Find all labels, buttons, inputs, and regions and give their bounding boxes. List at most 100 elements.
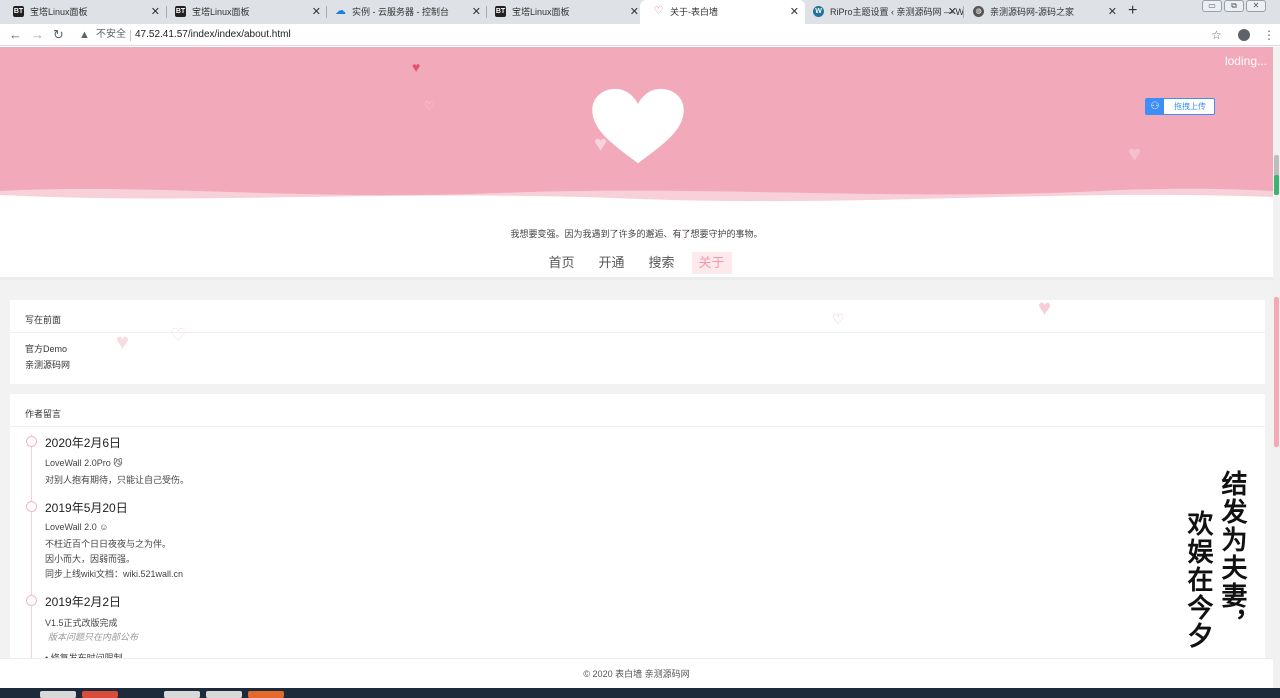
heart-decoration-icon: ♥ [116,329,130,354]
tab-about-active[interactable]: ♡ 关于-表白墙 ✕ [640,0,805,24]
address-bar[interactable]: ▲ 不安全 47.52.41.57/index/index/about.html [74,26,1224,44]
minimize-button[interactable]: ▭ [1202,0,1222,12]
bt-icon: BT [13,6,24,17]
nav-search[interactable]: 搜索 [642,252,682,274]
security-label[interactable]: 不安全 [96,26,126,44]
window-controls: ▭ ⧉ ✕ [1202,0,1266,12]
warning-icon[interactable]: ▲ [79,26,90,44]
page-footer: © 2020 表白墙 亲测源码网 [0,658,1273,688]
loading-text: loding... [1224,54,1267,68]
site-motto: 我想要变强。因为我遇到了许多的邂逅、有了想要守护的事物。 [510,229,763,239]
timeline-dot [26,501,37,512]
scrollbar-accent [1274,175,1279,195]
timeline-text[interactable]: 同步上线wiki文档：wiki.521wall.cn [45,567,183,580]
tab-bt-panel-2[interactable]: BT 宝塔Linux面板 ✕ [162,0,327,24]
globe-icon: ◍ [973,6,984,17]
taskbar-item[interactable] [164,691,200,698]
timeline-line [31,434,32,688]
heart-outline-icon: ♡ [832,311,845,327]
card-title: 写在前面 [25,315,62,325]
nav-divider [0,277,1273,280]
taskbar-item[interactable] [40,691,76,698]
close-icon[interactable]: ✕ [630,0,639,24]
nav-home[interactable]: 首页 [541,252,581,274]
address-separator [130,30,131,41]
close-icon[interactable]: ✕ [472,0,481,24]
heart-decoration-icon: ♥ [412,59,421,75]
tab-bt-panel-1[interactable]: BT 宝塔Linux面板 ✕ [0,0,166,24]
taskbar-item[interactable] [82,691,118,698]
close-icon[interactable]: ✕ [312,0,321,24]
heart-decoration-icon: ♥ [1038,295,1052,320]
timeline-dot [26,595,37,606]
intro-card: 写在前面 官方Demo 亲测源码网 [10,300,1265,384]
hero-banner: ♥ ♡ ♥ ♥ loding... ⚇ 拖拽上传 [0,47,1273,217]
timeline-date: 2019年5月20日 [45,501,128,515]
back-icon[interactable]: ← [9,26,22,44]
tab-title: RiPro主题设置 ‹ 亲测源码网 — W [830,7,963,17]
wordpress-icon: W [813,6,824,17]
tab-source-home[interactable]: ◍ 亲测源码网-源码之家 ✕ [960,0,1123,24]
taskbar-item[interactable] [248,691,284,698]
page-viewport: ♥ ♡ ♥ ♥ loding... ⚇ 拖拽上传 ♡ 我想要变强。因为我遇到了许… [0,47,1273,688]
tab-title: 宝塔Linux面板 [192,7,250,17]
url-text[interactable]: 47.52.41.57/index/index/about.html [135,26,291,44]
calligraphy-line-left: 欢娱在今夕 [1183,510,1213,650]
tab-title: 宝塔Linux面板 [30,7,88,17]
big-heart-icon [592,88,684,164]
browser-toolbar: ← → ↻ ▲ 不安全 47.52.41.57/index/index/abou… [0,24,1280,46]
forward-icon[interactable]: → [31,26,44,44]
upload-label: 拖拽上传 [1174,102,1206,111]
tab-ripro-settings[interactable]: W RiPro主题设置 ‹ 亲测源码网 — W ✕ [800,0,963,24]
page-scrollbar[interactable] [1273,47,1280,688]
card-divider [10,426,1265,427]
os-taskbar [0,688,1280,698]
calligraphy-line-right: 结发为夫妻， [1217,470,1247,638]
taskbar-item[interactable] [206,691,242,698]
tab-bt-panel-3[interactable]: BT 宝塔Linux面板 ✕ [482,0,645,24]
browser-tab-bar: BT 宝塔Linux面板 ✕ BT 宝塔Linux面板 ✕ ☁ 实例 - 云服务… [0,0,1280,24]
timeline-text: LoveWall 2.0 ☺ [45,522,109,532]
heart-decoration-icon: ♥ [1128,141,1142,166]
site-link[interactable]: 亲测源码网 [25,358,70,371]
timeline-dot [26,436,37,447]
close-icon[interactable]: ✕ [1108,0,1117,24]
menu-kebab-icon[interactable]: ⋮ [1263,26,1275,44]
restore-button[interactable]: ⧉ [1224,0,1244,12]
timeline-date: 2019年2月2日 [45,595,122,609]
reload-icon[interactable]: ↻ [53,26,64,44]
close-icon[interactable]: ✕ [151,0,160,24]
nav-about[interactable]: 关于 [691,252,732,274]
close-icon[interactable]: ✕ [790,0,799,24]
new-tab-button[interactable]: + [1128,0,1137,22]
demo-link[interactable]: 官方Demo [25,342,67,355]
hero-wave [0,188,1273,217]
tab-title: 亲测源码网-源码之家 [990,7,1074,17]
timeline-text: 对别人抱有期待，只能让自己受伤。 [45,475,190,485]
card-divider [10,332,1265,333]
timeline-date: 2020年2月6日 [45,436,122,450]
tab-cloud-console[interactable]: ☁ 实例 - 云服务器 - 控制台 ✕ [322,0,487,24]
window-close-button[interactable]: ✕ [1246,0,1266,12]
timeline-text: 不枉近百个日日夜夜与之为伴。 [45,539,172,549]
tab-title: 宝塔Linux面板 [512,7,570,17]
baidu-cloud-icon: ⚇ [1146,99,1164,114]
upload-button[interactable]: ⚇ 拖拽上传 [1145,98,1215,115]
timeline-text: V1.5正式改版完成 [45,618,118,628]
tab-title: 关于-表白墙 [670,7,718,17]
bt-icon: BT [175,6,186,17]
bookmark-star-icon[interactable]: ☆ [1211,26,1222,44]
nav-open[interactable]: 开通 [591,252,631,274]
tab-title: 实例 - 云服务器 - 控制台 [352,7,449,17]
close-icon[interactable]: ✕ [948,0,957,24]
timeline-note: 版本问题只在内部公布 [48,632,139,642]
profile-avatar-icon[interactable] [1238,29,1250,41]
card-title: 作者留言 [25,409,62,419]
bt-icon: BT [495,6,506,17]
timeline-text: LoveWall 2.0Pro 😼 [45,458,123,468]
author-notes-card: 作者留言 2020年2月6日 LoveWall 2.0Pro 😼 对别人抱有期待… [10,394,1265,688]
scrollbar-accent [1274,297,1279,447]
cloud-icon: ☁ [335,5,346,17]
heart-icon: ♡ [653,5,664,17]
timeline-text: 因小而大，因弱而强。 [45,554,136,564]
